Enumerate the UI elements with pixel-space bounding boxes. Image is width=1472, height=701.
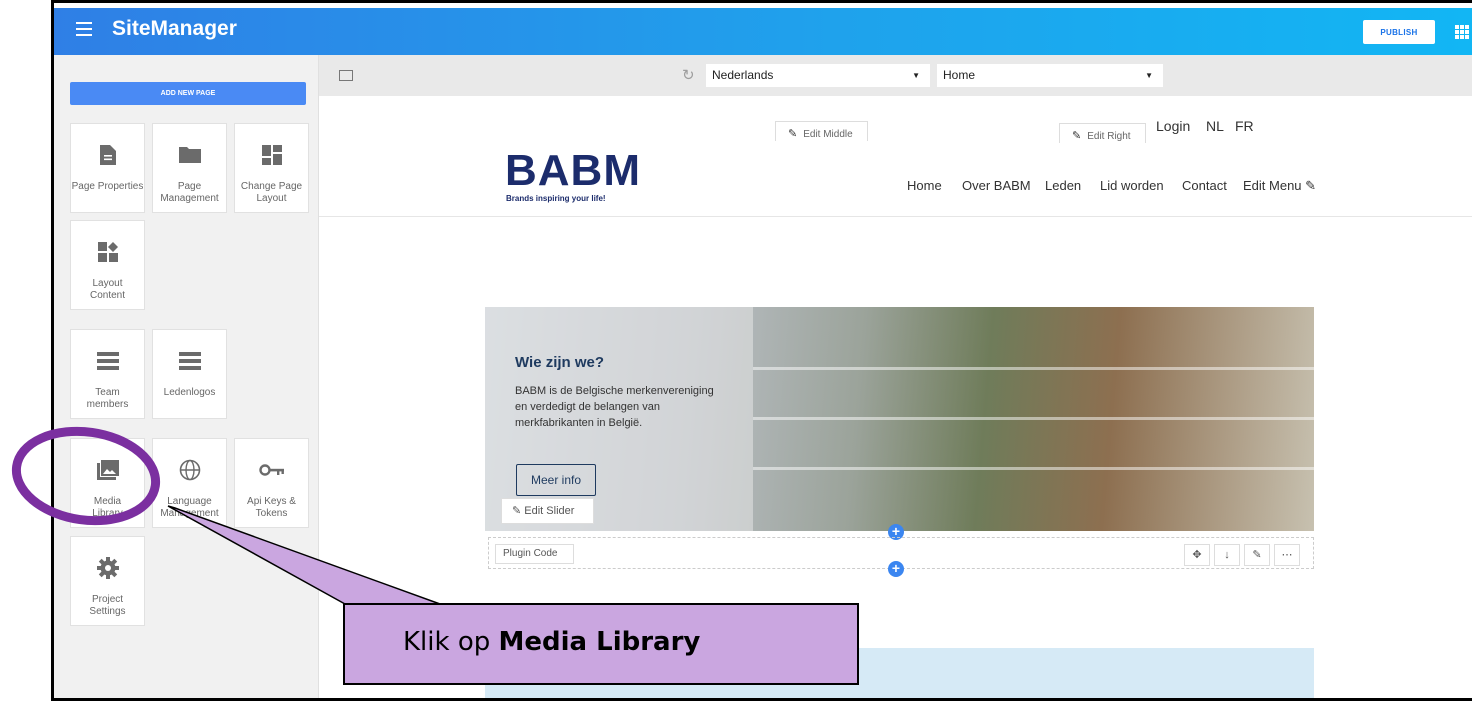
app-window: SiteManager PUBLISH ADD NEW PAGE Page Pr… (51, 0, 1472, 701)
edit-middle-button[interactable]: ✎ Edit Middle (775, 121, 868, 141)
expand-icon[interactable] (339, 70, 353, 81)
site-tagline: Brands inspiring your life! (506, 194, 606, 203)
globe-icon (153, 457, 226, 483)
more-icon[interactable]: ⋯ (1274, 544, 1300, 566)
tile-page-properties[interactable]: Page Properties (70, 123, 145, 213)
edit-middle-label: Edit Middle (803, 129, 853, 140)
slider-heading: Wie zijn we? (515, 354, 605, 371)
tile-label: Language Management (160, 496, 219, 519)
tile-project-settings[interactable]: Project Settings (70, 536, 145, 626)
add-section-icon[interactable]: + (888, 561, 904, 577)
dropdown-arrow-icon: ▼ (912, 71, 920, 80)
tile-label: Page Properties (71, 181, 144, 192)
slider-text: BABM is de Belgische merkenvereniging en… (515, 385, 714, 429)
tile-label: Layout Content (89, 278, 126, 301)
lang-nl-link[interactable]: NL (1206, 118, 1224, 134)
canvas-toolbar: ↻ Nederlands ▼ Home ▼ (319, 55, 1472, 96)
menu-icon[interactable] (76, 22, 92, 36)
tile-label: Media Library (92, 496, 123, 519)
callout-bold-target: Media Library (498, 627, 701, 657)
list-icon (153, 348, 226, 374)
pencil-icon: ✎ (788, 128, 798, 140)
tile-layout-content[interactable]: Layout Content (70, 220, 145, 310)
list-icon (71, 348, 144, 374)
callout-prefix: Klik op (403, 627, 499, 657)
login-link[interactable]: Login (1156, 118, 1190, 134)
tile-label: Api Keys & Tokens (247, 496, 296, 519)
tile-label: Ledenlogos (163, 387, 216, 398)
tile-label: Change Page Layout (240, 181, 303, 204)
folder-icon (153, 142, 226, 168)
site-logo[interactable]: BABM (505, 149, 641, 193)
shelf-decoration (753, 417, 1314, 420)
key-icon (235, 457, 308, 483)
pencil-icon: ✎ (1072, 130, 1082, 142)
page-select[interactable]: Home ▼ (937, 64, 1163, 87)
publish-button[interactable]: PUBLISH (1363, 20, 1435, 44)
photo-library-icon (71, 457, 144, 483)
tile-label: Page Management (160, 181, 219, 204)
pencil-icon: ✎ (512, 505, 522, 517)
move-icon[interactable]: ✥ (1184, 544, 1210, 566)
nav-lid-worden[interactable]: Lid worden (1100, 178, 1164, 193)
pencil-icon: ✎ (1305, 178, 1317, 193)
nav-leden[interactable]: Leden (1045, 178, 1081, 193)
shelf-decoration (753, 467, 1314, 470)
tile-language-management[interactable]: Language Management (152, 438, 227, 528)
pencil-icon[interactable]: ✎ (1244, 544, 1270, 566)
layout-content-icon (71, 239, 144, 265)
edit-slider-label: Edit Slider (524, 505, 575, 517)
nav-contact[interactable]: Contact (1182, 178, 1227, 193)
page-select-value: Home (943, 68, 976, 82)
edit-slider-button[interactable]: ✎ Edit Slider (501, 498, 594, 524)
language-select[interactable]: Nederlands ▼ (706, 64, 930, 87)
tile-ledenlogos[interactable]: Ledenlogos (152, 329, 227, 419)
top-bar: SiteManager PUBLISH (54, 8, 1472, 55)
header-divider (319, 216, 1472, 217)
edit-menu-label: Edit Menu (1243, 178, 1302, 193)
tile-api-keys[interactable]: Api Keys & Tokens (234, 438, 309, 528)
tile-label: Project Settings (89, 594, 126, 617)
refresh-icon[interactable]: ↻ (682, 66, 695, 84)
edit-right-button[interactable]: ✎ Edit Right (1059, 123, 1146, 143)
arrow-down-icon[interactable]: ↓ (1214, 544, 1240, 566)
meer-info-button[interactable]: Meer info (516, 464, 596, 496)
nav-home[interactable]: Home (907, 178, 942, 193)
edit-menu-button[interactable]: Edit Menu ✎ (1243, 178, 1316, 194)
app-brand: SiteManager (112, 17, 237, 40)
instruction-callout: Klik op Media Library (343, 603, 859, 685)
tile-page-management[interactable]: Page Management (152, 123, 227, 213)
hero-slider: Wie zijn we? BABM is de Belgische merken… (485, 307, 1314, 531)
page-icon (71, 142, 144, 168)
dropdown-arrow-icon: ▼ (1145, 71, 1153, 80)
gear-icon (71, 555, 144, 581)
tile-media-library[interactable]: Media Library (70, 438, 145, 528)
tile-change-page-layout[interactable]: Change Page Layout (234, 123, 309, 213)
plugin-code-button[interactable]: Plugin Code (495, 544, 574, 564)
layout-grid-icon (235, 142, 308, 168)
apps-grid-icon[interactable] (1455, 25, 1469, 39)
nav-over-babm[interactable]: Over BABM (962, 178, 1031, 193)
lang-fr-link[interactable]: FR (1235, 118, 1254, 134)
sidebar: ADD NEW PAGE Page Properties Page Manage… (54, 55, 319, 698)
edit-right-label: Edit Right (1087, 131, 1131, 142)
add-new-page-button[interactable]: ADD NEW PAGE (70, 82, 306, 105)
shelf-decoration (753, 367, 1314, 370)
language-select-value: Nederlands (712, 68, 774, 82)
tile-team-members[interactable]: Team members (70, 329, 145, 419)
tile-label: Team members (86, 387, 129, 410)
